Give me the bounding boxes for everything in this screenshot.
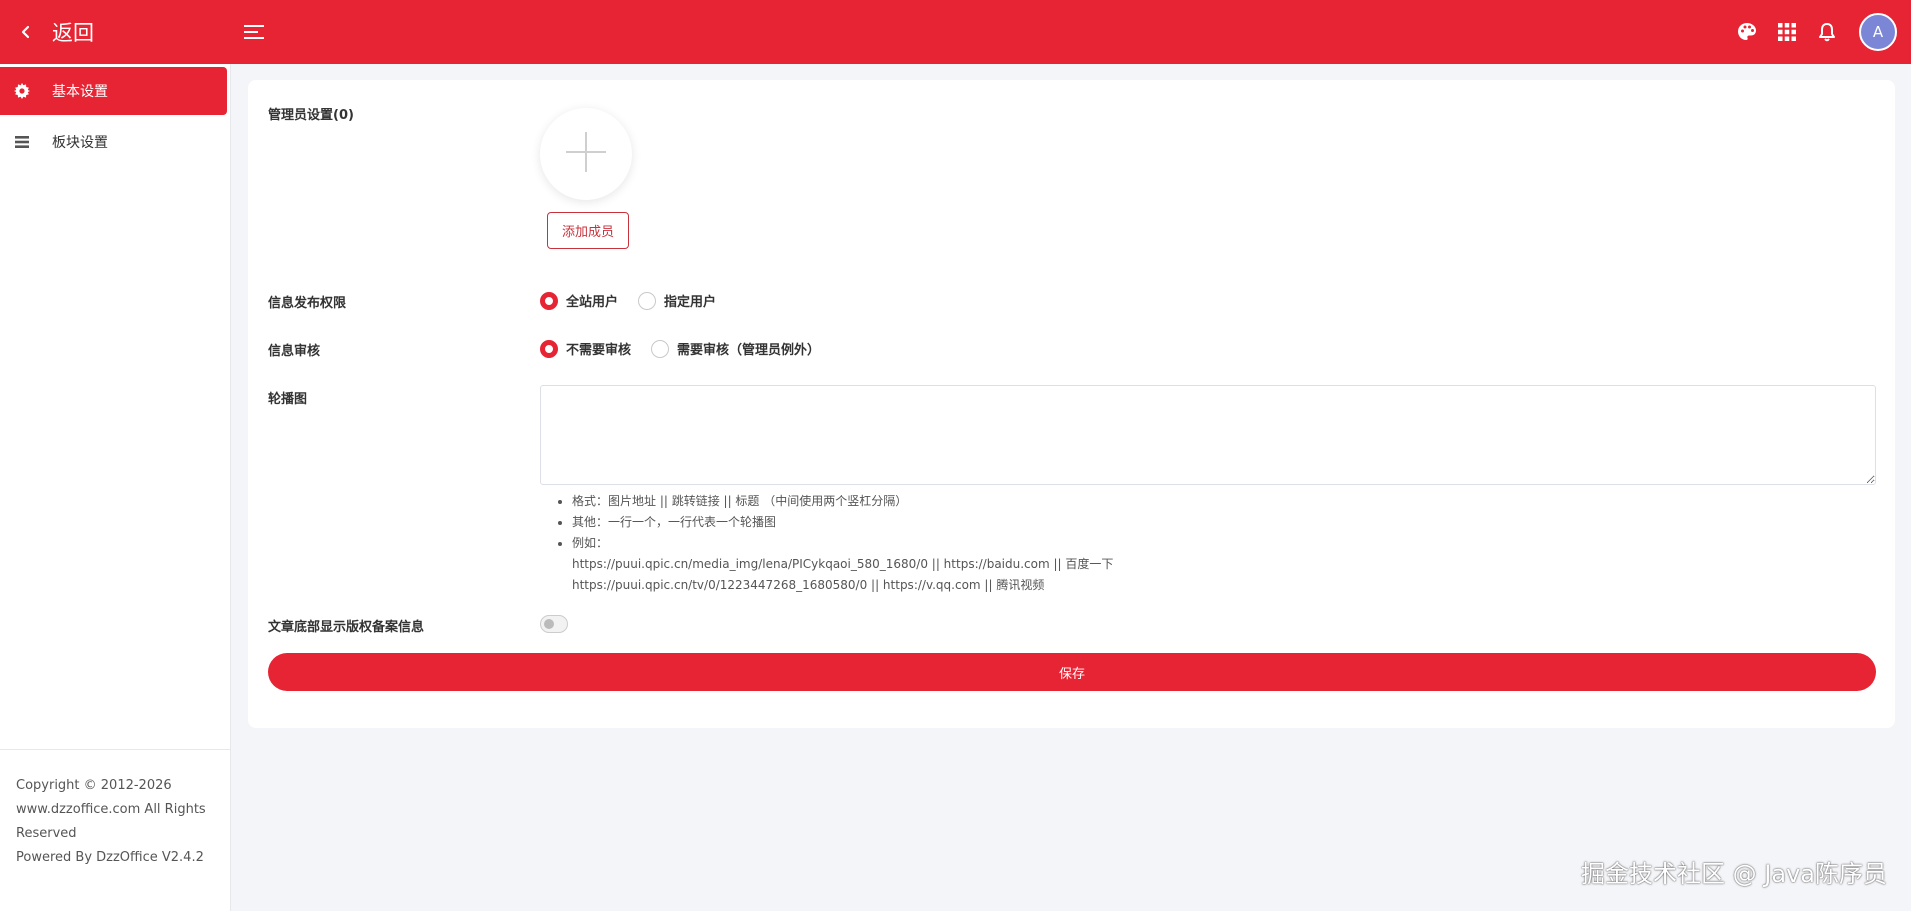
palette-icon[interactable] <box>1735 20 1759 44</box>
admin-settings-label: 管理员设置(0) <box>268 108 354 123</box>
radio-label: 全站用户 <box>566 295 619 310</box>
back-button[interactable]: 返回 <box>0 0 232 64</box>
radio-need-review[interactable]: 需要审核（管理员例外） <box>651 339 820 358</box>
hint-example-1: https://puui.qpic.cn/media_img/lena/PICy… <box>572 557 1114 571</box>
review-label: 信息审核 <box>268 344 321 359</box>
radio-no-review[interactable]: 不需要审核 <box>540 339 631 358</box>
settings-card: 管理员设置(0) 添加成员 信息发布权限 全站用户 指定用户 信息审核 不需要审… <box>248 80 1895 728</box>
radio-label: 需要审核（管理员例外） <box>677 343 821 358</box>
top-header: 返回 A <box>0 0 1911 64</box>
copyright-toggle-switch[interactable] <box>540 615 568 633</box>
save-button[interactable]: 保存 <box>268 653 1876 691</box>
radio-label: 不需要审核 <box>566 343 632 358</box>
copyright-line: Powered By DzzOffice V2.4.2 <box>16 850 204 865</box>
publish-permission-label: 信息发布权限 <box>268 296 347 311</box>
plus-icon <box>566 132 606 176</box>
radio-label: 指定用户 <box>664 295 717 310</box>
sidebar-item-label: 基本设置 <box>52 84 108 100</box>
radio-dot <box>638 291 657 310</box>
review-radio-group: 不需要审核 需要审核（管理员例外） <box>540 339 840 358</box>
hint-format: 格式：图片地址 || 跳转链接 || 标题 （中间使用两个竖杠分隔） <box>572 491 1113 512</box>
user-avatar[interactable]: A <box>1859 13 1897 51</box>
publish-permission-radio-group: 全站用户 指定用户 <box>540 291 736 310</box>
carousel-label: 轮播图 <box>268 392 308 407</box>
watermark: 掘金技术社区 @ Java陈序员 <box>1581 860 1887 888</box>
bell-icon[interactable] <box>1815 20 1839 44</box>
chevron-left-icon <box>18 24 34 40</box>
sidebar-item-block-settings[interactable]: 板块设置 <box>0 118 227 166</box>
apps-grid-icon[interactable] <box>1775 20 1799 44</box>
carousel-hints: 格式：图片地址 || 跳转链接 || 标题 （中间使用两个竖杠分隔） 其他：一行… <box>548 491 1113 596</box>
menu-toggle-icon[interactable] <box>242 20 266 44</box>
radio-all-users[interactable]: 全站用户 <box>540 291 618 310</box>
back-label: 返回 <box>52 21 94 45</box>
sidebar-footer: Copyright © 2012-2026 www.dzzoffice.com … <box>0 749 230 911</box>
gear-icon <box>14 83 30 99</box>
copyright-line: Copyright © 2012-2026 <box>16 778 172 793</box>
sidebar-item-label: 板块设置 <box>52 135 108 151</box>
copyright-line: Reserved <box>16 826 77 841</box>
radio-dot <box>540 291 558 310</box>
add-admin-button[interactable] <box>540 108 632 200</box>
radio-dot <box>651 339 670 358</box>
sidebar: 基本设置 板块设置 Copyright © 2012-2026 www.dzzo… <box>0 64 231 911</box>
add-member-button[interactable]: 添加成员 <box>547 212 629 249</box>
sidebar-item-basic-settings[interactable]: 基本设置 <box>0 67 227 115</box>
copyright-toggle-label: 文章底部显示版权备案信息 <box>268 620 425 635</box>
hint-other: 其他：一行一个，一行代表一个轮播图 <box>572 512 1113 533</box>
radio-dot <box>540 339 558 358</box>
list-icon <box>14 134 30 150</box>
carousel-textarea[interactable] <box>540 385 1876 485</box>
hint-example-2: https://puui.qpic.cn/tv/0/1223447268_168… <box>572 578 1045 592</box>
hint-example: 例如： <box>572 533 1113 554</box>
radio-specified-users[interactable]: 指定用户 <box>638 291 716 310</box>
copyright-line: www.dzzoffice.com All Rights <box>16 802 206 817</box>
